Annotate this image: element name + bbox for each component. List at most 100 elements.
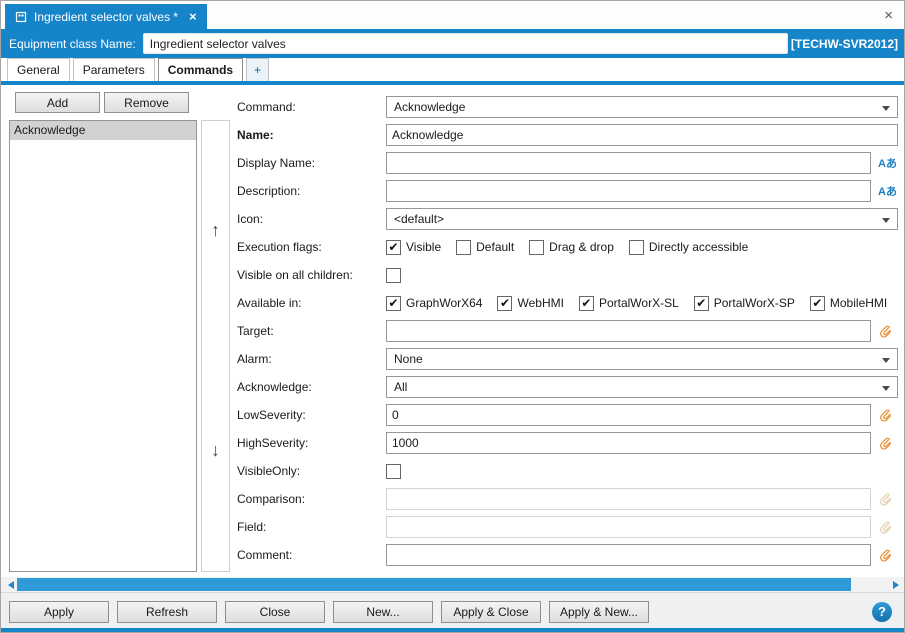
checkbox-icon[interactable] (529, 240, 544, 255)
dropdown-arrow-icon (882, 386, 890, 395)
form-row-high-severity: HighSeverity: (237, 429, 898, 457)
form-row-command: Command: Acknowledge (237, 93, 898, 121)
checkbox-portalworx-sl[interactable]: PortalWorX-SL (579, 296, 679, 311)
scrollbar-thumb[interactable] (17, 578, 851, 591)
refresh-button[interactable]: Refresh (117, 601, 217, 623)
checkbox-graphworx64[interactable]: GraphWorX64 (386, 296, 482, 311)
tab-general[interactable]: General (7, 58, 70, 81)
checkbox-label: MobileHMI (830, 296, 887, 310)
move-down-button[interactable]: ↓ (202, 437, 229, 463)
paperclip-icon[interactable] (878, 436, 893, 451)
checkbox-portalworx-sp[interactable]: PortalWorX-SP (694, 296, 795, 311)
visible-only-label: VisibleOnly: (237, 464, 386, 478)
form-row-name: Name: (237, 121, 898, 149)
window-accent-border (1, 628, 905, 632)
equipment-class-name-input[interactable] (143, 33, 788, 54)
document-tab[interactable]: Ingredient selector valves * × (5, 4, 207, 29)
dropdown-arrow-icon (882, 358, 890, 367)
display-name-input[interactable] (386, 152, 871, 174)
checkbox-label: WebHMI (517, 296, 563, 310)
dropdown-arrow-icon (882, 106, 890, 115)
alarm-select[interactable]: None (386, 348, 898, 370)
document-close-icon[interactable]: × (189, 9, 197, 24)
tab-commands[interactable]: Commands (158, 58, 243, 81)
tab-add[interactable]: + (246, 58, 269, 81)
checkbox-default[interactable]: Default (456, 240, 514, 255)
form-row-comparison: Comparison: (237, 485, 898, 513)
checkbox-label: Directly accessible (649, 240, 748, 254)
tab-parameters[interactable]: Parameters (73, 58, 155, 81)
apply-button[interactable]: Apply (9, 601, 109, 623)
checkbox-icon[interactable] (810, 296, 825, 311)
form-row-available-in: Available in: GraphWorX64 WebHMI PortalW… (237, 289, 898, 317)
name-input[interactable] (386, 124, 898, 146)
equipment-class-name-label: Equipment class Name: (9, 37, 136, 51)
visible-only-checkbox[interactable] (386, 464, 401, 479)
low-severity-input[interactable] (386, 404, 871, 426)
paperclip-icon (878, 520, 893, 535)
apply-close-button[interactable]: Apply & Close (441, 601, 541, 623)
form-row-low-severity: LowSeverity: (237, 401, 898, 429)
checkbox-icon[interactable] (579, 296, 594, 311)
horizontal-scrollbar[interactable] (1, 577, 905, 592)
localization-icon[interactable]: Aあ (878, 155, 897, 171)
equipment-class-icon (15, 11, 27, 23)
checkbox-icon[interactable] (386, 240, 401, 255)
visible-on-all-children-checkbox[interactable] (386, 268, 401, 283)
high-severity-input[interactable] (386, 432, 871, 454)
paperclip-icon[interactable] (878, 324, 893, 339)
checkbox-label: Drag & drop (549, 240, 614, 254)
apply-new-button[interactable]: Apply & New... (549, 601, 649, 623)
paperclip-icon[interactable] (878, 408, 893, 423)
checkbox-label: PortalWorX-SP (714, 296, 795, 310)
comment-input[interactable] (386, 544, 871, 566)
checkbox-label: GraphWorX64 (406, 296, 482, 310)
form-row-target: Target: (237, 317, 898, 345)
tab-accent-bar (1, 81, 905, 85)
form-row-field: Field: (237, 513, 898, 541)
footer-bar: Apply Refresh Close New... Apply & Close… (1, 592, 905, 630)
window-close-icon[interactable]: × (884, 8, 893, 23)
checkbox-mobilehmi[interactable]: MobileHMI (810, 296, 887, 311)
icon-select[interactable]: <default> (386, 208, 898, 230)
checkbox-icon[interactable] (497, 296, 512, 311)
target-input[interactable] (386, 320, 871, 342)
form-row-display-name: Display Name: Aあ (237, 149, 898, 177)
checkbox-icon[interactable] (629, 240, 644, 255)
checkbox-visible[interactable]: Visible (386, 240, 441, 255)
scroll-left-button[interactable] (1, 577, 17, 592)
list-item-acknowledge[interactable]: Acknowledge (10, 121, 196, 140)
new-button[interactable]: New... (333, 601, 433, 623)
reorder-column: ↑ ↓ (201, 120, 230, 572)
checkbox-icon[interactable] (456, 240, 471, 255)
scrollbar-track[interactable] (17, 577, 890, 592)
server-badge: [TECHW-SVR2012] (791, 37, 898, 51)
alarm-label: Alarm: (237, 352, 386, 366)
acknowledge-select-value: All (394, 380, 407, 394)
icon-select-value: <default> (394, 212, 444, 226)
help-button[interactable]: ? (872, 602, 892, 622)
add-button[interactable]: Add (15, 92, 100, 113)
form-row-execution-flags: Execution flags: Visible Default Drag & … (237, 233, 898, 261)
checkbox-icon[interactable] (694, 296, 709, 311)
tab-strip: General Parameters Commands + (7, 58, 269, 81)
checkbox-drag-drop[interactable]: Drag & drop (529, 240, 614, 255)
comment-label: Comment: (237, 548, 386, 562)
form-row-acknowledge: Acknowledge: All (237, 373, 898, 401)
checkbox-icon[interactable] (386, 296, 401, 311)
paperclip-icon[interactable] (878, 548, 893, 563)
checkbox-webhmi[interactable]: WebHMI (497, 296, 563, 311)
localization-icon[interactable]: Aあ (878, 183, 897, 199)
field-input (386, 516, 871, 538)
command-select[interactable]: Acknowledge (386, 96, 898, 118)
move-up-button[interactable]: ↑ (202, 217, 229, 243)
command-list[interactable]: Acknowledge (9, 120, 197, 572)
form-row-comment: Comment: (237, 541, 898, 569)
scroll-right-button[interactable] (890, 577, 905, 592)
acknowledge-select[interactable]: All (386, 376, 898, 398)
paperclip-icon (878, 492, 893, 507)
checkbox-directly-accessible[interactable]: Directly accessible (629, 240, 748, 255)
description-input[interactable] (386, 180, 871, 202)
close-button[interactable]: Close (225, 601, 325, 623)
remove-button[interactable]: Remove (104, 92, 189, 113)
